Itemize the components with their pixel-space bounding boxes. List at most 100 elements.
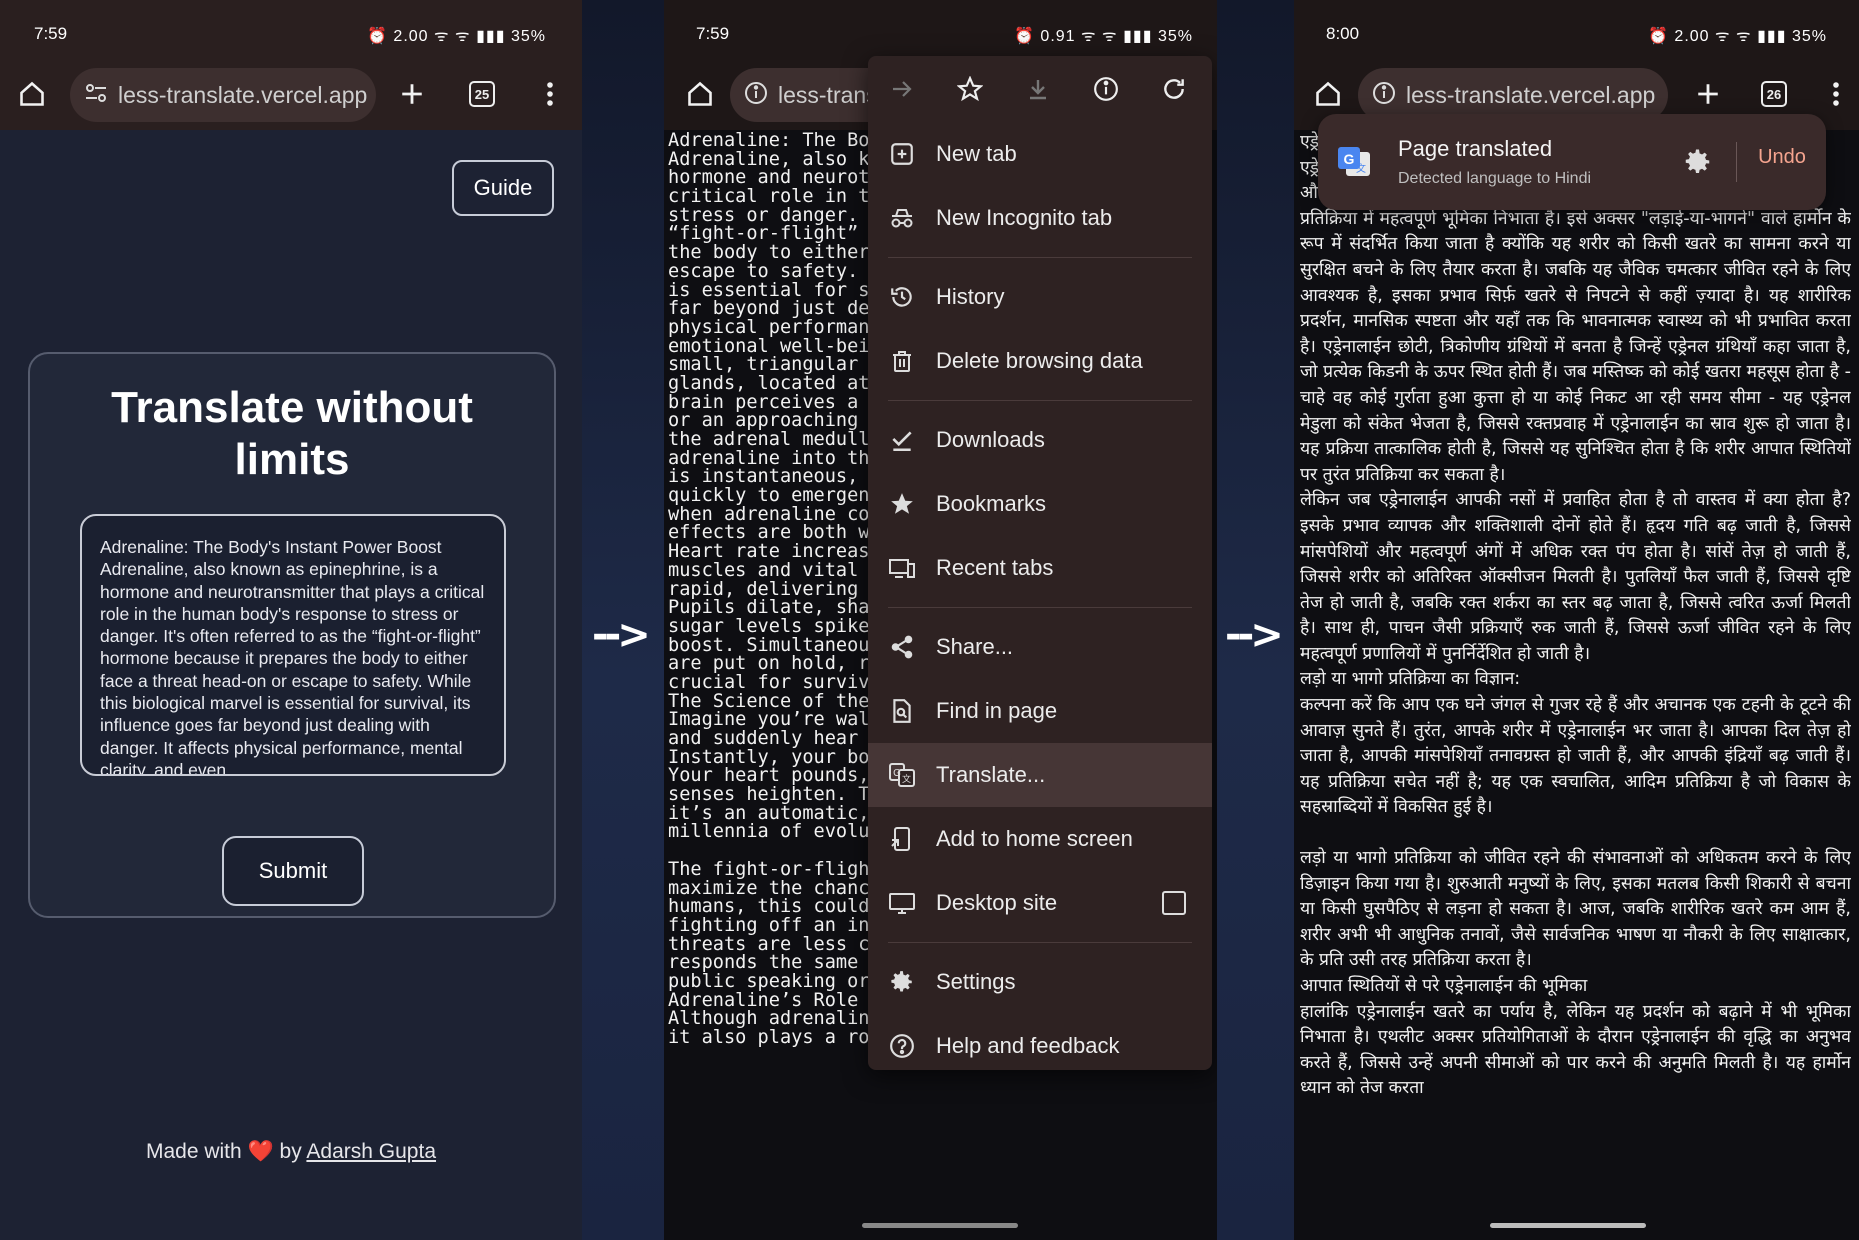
desktop-site-checkbox[interactable] [1162, 891, 1186, 915]
phone-screen-app: 7:59 ⏰ 2.00 ᯤ ᯤ ▮▮▮ 35% less-translate.v… [0, 0, 582, 1240]
phone-screen-menu: 7:59 ⏰ 0.91 ᯤ ᯤ ▮▮▮ 35% less-trans Adren… [664, 0, 1217, 1240]
more-vert-icon[interactable] [1814, 72, 1858, 116]
home-icon[interactable] [1306, 72, 1350, 116]
menu-divider [888, 942, 1192, 943]
translated-page-text: एड्रे एड्रे औ प्रतिक्रिया में महत्वपूर्ण भू… [1300, 130, 1851, 1230]
menu-item-history[interactable]: History [868, 265, 1212, 329]
menu-item-label: Translate... [936, 762, 1046, 787]
status-icons: ⏰ 2.00 ᯤ ᯤ ▮▮▮ 35% [1648, 28, 1827, 45]
star-icon[interactable] [948, 67, 992, 111]
author-link[interactable]: Adarsh Gupta [306, 1140, 436, 1163]
new-tab-icon [886, 138, 918, 170]
menu-item-downloads[interactable]: Downloads [868, 408, 1212, 472]
google-translate-icon: G文 [1336, 144, 1372, 180]
browser-menu: New tab New Incognito tab History Delete br… [868, 56, 1212, 1070]
address-bar-url: less-translate.vercel.app [1406, 81, 1656, 108]
footer-by: by [279, 1140, 302, 1163]
desktop-icon [886, 887, 918, 919]
menu-item-label: Bookmarks [936, 491, 1047, 516]
menu-item-label: New tab [936, 141, 1017, 166]
arrow-2: --> [1225, 612, 1284, 658]
menu-item-label: Downloads [936, 427, 1045, 452]
toast-subtitle: Detected language to Hindi [1398, 170, 1592, 187]
help-icon [886, 1030, 918, 1062]
menu-top-row [868, 56, 1212, 122]
status-time: 7:59 [696, 24, 730, 43]
menu-item-label: Share... [936, 634, 1014, 659]
footer-text: Made with [145, 1140, 242, 1163]
menu-item-label: Find in page [936, 698, 1058, 723]
svg-text:G: G [1344, 151, 1355, 167]
address-bar[interactable]: less-translate.vercel.app [70, 68, 376, 122]
menu-item-label: Add to home screen [936, 826, 1133, 851]
menu-item-label: Help and feedback [936, 1033, 1120, 1058]
status-icons: ⏰ 0.91 ᯤ ᯤ ▮▮▮ 35% [1014, 28, 1193, 45]
menu-divider [888, 400, 1192, 401]
gesture-bar [862, 1223, 1018, 1228]
menu-item-label: Delete browsing data [936, 348, 1143, 373]
menu-item-find-in-page[interactable]: Find in page [868, 679, 1212, 743]
menu-item-new-tab[interactable]: New tab [868, 122, 1212, 186]
status-time: 7:59 [34, 24, 68, 43]
gesture-bar [1490, 1223, 1646, 1228]
translated-paragraph: लेकिन जब एड्रेनालाईन आपकी नसों में प्रवा… [1300, 490, 1851, 664]
browser-toolbar: less-translate.vercel.app 25 [0, 60, 582, 130]
svg-text:文: 文 [1356, 162, 1366, 175]
address-bar-url: less-translate.vercel.app [118, 81, 368, 108]
source-text-input[interactable]: Adrenaline: The Body's Instant Power Boo… [80, 514, 506, 776]
status-bar: 8:00 ⏰ 2.00 ᯤ ᯤ ▮▮▮ 35% [1294, 0, 1859, 68]
footer: Made with ❤️ by Adarsh Gupta [0, 1140, 582, 1164]
translated-paragraph: कल्पना करें कि आप एक घने जंगल से गुजर रह… [1300, 695, 1851, 818]
phone-screen-translated: 8:00 ⏰ 2.00 ᯤ ᯤ ▮▮▮ 35% less-translate.v… [1294, 0, 1859, 1240]
home-icon[interactable] [10, 72, 54, 116]
menu-item-translate[interactable]: G 文 Translate... [868, 743, 1212, 807]
translate-card: Translate without limits Adrenaline: The… [28, 352, 556, 918]
menu-item-add-to-home-screen[interactable]: Add to home screen [868, 807, 1212, 871]
menu-item-label: Desktop site [936, 890, 1058, 915]
plus-icon[interactable] [1686, 72, 1730, 116]
add-to-home-icon [886, 823, 918, 855]
svg-text:G: G [893, 768, 901, 779]
menu-item-settings[interactable]: Settings [868, 950, 1212, 1014]
menu-item-delete-browsing-data[interactable]: Delete browsing data [868, 329, 1212, 393]
bookmark-star-icon [886, 488, 918, 520]
translate-settings-gear-icon[interactable] [1680, 144, 1716, 180]
menu-item-bookmarks[interactable]: Bookmarks [868, 472, 1212, 536]
download-icon[interactable] [1016, 67, 1060, 111]
status-time: 8:00 [1326, 24, 1360, 43]
menu-item-share[interactable]: Share... [868, 615, 1212, 679]
tab-switcher-icon[interactable]: 25 [460, 72, 504, 116]
svg-text:文: 文 [902, 773, 911, 785]
plus-icon[interactable] [390, 72, 434, 116]
status-bar: 7:59 ⏰ 2.00 ᯤ ᯤ ▮▮▮ 35% [0, 0, 582, 68]
menu-item-new-incognito-tab[interactable]: New Incognito tab [868, 186, 1212, 250]
guide-button[interactable]: Guide [452, 160, 554, 216]
toast-title: Page translated [1398, 136, 1553, 161]
web-page: Guide Translate without limits Adrenalin… [0, 130, 582, 1240]
refresh-icon[interactable] [1152, 67, 1196, 111]
menu-item-label: History [936, 284, 1005, 309]
arrow-1: --> [592, 612, 651, 658]
tab-switcher-icon[interactable]: 26 [1752, 72, 1796, 116]
page-title: Translate without limits [111, 383, 473, 484]
more-vert-icon[interactable] [528, 72, 572, 116]
menu-divider [888, 257, 1192, 258]
info-icon[interactable] [1084, 67, 1128, 111]
history-icon [886, 281, 918, 313]
downloads-check-icon [886, 424, 918, 456]
translate-icon: G文 [886, 759, 918, 791]
tab-count: 26 [1761, 81, 1787, 107]
menu-item-help-and-feedback[interactable]: Help and feedback [868, 1014, 1212, 1070]
undo-button[interactable]: Undo [1744, 146, 1820, 169]
menu-item-desktop-site[interactable]: Desktop site [868, 871, 1212, 935]
status-icons: ⏰ 2.00 ᯤ ᯤ ▮▮▮ 35% [367, 28, 546, 45]
site-settings-icon[interactable] [84, 82, 108, 109]
menu-item-label: Settings [936, 969, 1016, 994]
info-icon[interactable] [744, 81, 768, 110]
home-icon[interactable] [678, 72, 722, 116]
info-icon[interactable] [1372, 81, 1396, 110]
forward-icon[interactable] [880, 67, 924, 111]
submit-button[interactable]: Submit [222, 836, 364, 906]
translated-paragraph: लड़ो या भागो प्रतिक्रिया को जीवित रहने क… [1300, 848, 1851, 971]
menu-item-recent-tabs[interactable]: Recent tabs [868, 536, 1212, 600]
